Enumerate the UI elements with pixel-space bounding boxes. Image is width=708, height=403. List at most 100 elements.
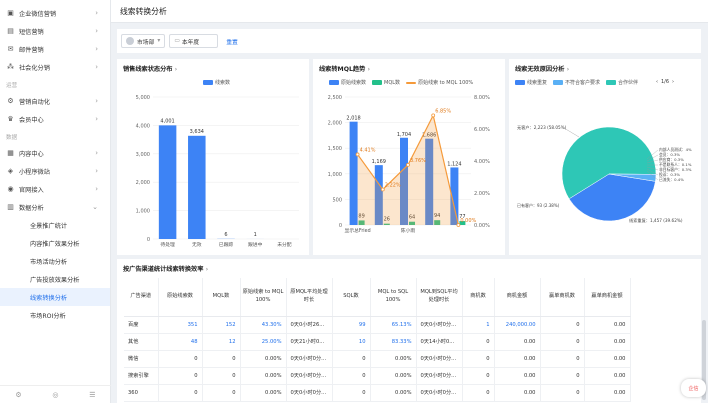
rate-value-label: 2.22% xyxy=(385,182,401,188)
sidebar-subitem-3[interactable]: 广告投放效果分析 xyxy=(0,270,110,288)
lead-status-chart: 0 1,000 2,000 3,000 4,000 5,000 4,001 待处理 3,634 无… xyxy=(136,95,299,248)
table-cell: 0天21小时0... xyxy=(286,333,333,351)
table-header-cell: 原MQL平均处理时长 xyxy=(286,278,333,317)
floating-chat-button[interactable]: 企信 xyxy=(681,379,706,397)
period-select[interactable]: ▭ 本年度 xyxy=(169,34,219,48)
y-tick-label: 2,000 xyxy=(136,180,150,186)
table-cell: 其他 xyxy=(124,333,159,351)
table-cell: 0.00% xyxy=(240,384,287,402)
bar-value-label: 1,704 xyxy=(397,132,411,138)
channel-table-title: 按广告渠道统计线索转换效率 › xyxy=(123,266,209,273)
table-cell: 0天0小时0分... xyxy=(286,350,333,368)
table-cell: 0.00 xyxy=(584,367,631,385)
sidebar-item-data-0[interactable]: ▦ 内容中心 › xyxy=(0,144,110,162)
chevron-right-icon: › xyxy=(95,9,98,17)
filter-bar: 市场部 ▾ ▭ 本年度 重置 xyxy=(117,29,701,53)
rate-value-label: 6.85% xyxy=(435,108,451,114)
table-cell: 0天0小时0分... xyxy=(416,350,463,368)
calendar-icon: ▭ xyxy=(174,38,180,44)
table-header-cell: MQL到SQL平均处理时长 xyxy=(416,278,463,317)
settings-icon[interactable]: ⚙ xyxy=(15,391,21,399)
table-cell: 0.00% xyxy=(370,384,417,402)
sidebar-item-label: 社会化分销 xyxy=(19,64,50,72)
network-icon: ⁂ xyxy=(7,63,14,71)
pie-label: 已有客户：93 (2.38%) xyxy=(517,202,560,208)
table-cell: 0 xyxy=(332,350,371,368)
sidebar-item-mid-1[interactable]: ♛ 会员中心 › xyxy=(0,110,110,128)
x-tick-label: 已跟踪 xyxy=(219,241,234,248)
chevron-right-icon: › xyxy=(95,27,98,35)
y-tick-label: 1,500 xyxy=(328,146,342,152)
table-cell: 48 xyxy=(158,333,203,351)
bar-value-label: 6 xyxy=(224,232,227,238)
chevron-right-icon: › xyxy=(95,185,98,193)
table-cell: 0天0小时0分... xyxy=(286,384,333,402)
mail-icon: ✉ xyxy=(7,45,14,53)
mql-trend-chart: 0 500 1,000 1,500 2,000 2,500 0.00% 2.00% 4.00% 6… xyxy=(328,95,490,234)
table-cell: 351 xyxy=(158,316,203,334)
table-cell: 微信 xyxy=(124,350,159,368)
table-cell: 0 xyxy=(158,350,203,368)
dept-select[interactable]: 市场部 ▾ xyxy=(121,34,166,48)
sidebar-subitem-1[interactable]: 内容推广效果分析 xyxy=(0,234,110,252)
reset-button[interactable]: 重置 xyxy=(226,37,238,46)
y-tick-label: 5,000 xyxy=(136,95,150,101)
y-tick-label: 2,000 xyxy=(328,121,342,127)
sidebar-subitem-5[interactable]: 市场ROI分析 xyxy=(0,306,110,324)
chevron-right-icon: › xyxy=(95,45,98,53)
table-cell: 0天0小时0分... xyxy=(416,316,463,334)
rate-value-label: 4.41% xyxy=(360,147,376,153)
table-cell: 搜索引擎 xyxy=(124,367,159,385)
sidebar-item-top-3[interactable]: ⁂ 社会化分销 › xyxy=(0,58,110,76)
rate-value-label: 0.00% xyxy=(460,218,476,224)
sidebar-subitem-2[interactable]: 市场活动分析 xyxy=(0,252,110,270)
table-cell: 0 xyxy=(462,367,495,385)
sidebar-section-data: 数据 xyxy=(6,135,18,141)
page-title: 线索转换分析 xyxy=(120,6,167,16)
x-tick-label: 待处理 xyxy=(160,241,175,248)
table-cell: 0.00 xyxy=(494,367,541,385)
table-cell: 65.13% xyxy=(370,316,417,334)
leader-line xyxy=(563,127,580,138)
table-row: 微信 0 0 0.00% 0天0小时0分... 0 0.00% 0天0小时0分... 0 0.00… xyxy=(124,350,631,368)
y2-tick-label: 2.00% xyxy=(474,191,490,197)
table-cell: 0天0小时0分... xyxy=(416,367,463,385)
table-header-cell: 赢单商机金额 xyxy=(584,278,631,317)
sidebar-subitem-0[interactable]: 全景推广统计 xyxy=(0,216,110,234)
y2-tick-label: 6.00% xyxy=(474,127,490,133)
chevron-down-icon: ▾ xyxy=(157,38,161,44)
y-tick-label: 500 xyxy=(332,197,342,203)
table-row: 其他 48 12 25.00% 0天21小时0... 10 83.33% 0天14小时0...… xyxy=(124,333,631,351)
bar xyxy=(188,135,206,239)
table-cell: 0天14小时0... xyxy=(416,333,463,351)
table-cell: 0 xyxy=(462,333,495,351)
collapse-icon[interactable]: ☰ xyxy=(89,391,95,399)
y-tick-label: 0 xyxy=(147,237,150,243)
sidebar-item-data-2[interactable]: ◉ 官网接入 › xyxy=(0,180,110,198)
table-cell: 0.00 xyxy=(494,333,541,351)
table-cell: 1 xyxy=(462,316,495,334)
bar-leads xyxy=(349,121,358,225)
table-header-cell: 原始线索数 xyxy=(158,278,203,317)
table-cell: 25.00% xyxy=(240,333,287,351)
sidebar-item-top-0[interactable]: ▣ 企业微信营销 › xyxy=(0,4,110,22)
sidebar-section-ops: 运营 xyxy=(6,83,18,89)
table-cell: 0.00 xyxy=(584,384,631,402)
table-cell: 12 xyxy=(202,333,241,351)
sidebar-subitem-4[interactable]: 线索转换分析 xyxy=(0,288,110,306)
table-cell: 0.00 xyxy=(584,350,631,368)
table-cell: 10 xyxy=(332,333,371,351)
sidebar-item-top-1[interactable]: ▤ 短信营销 › xyxy=(0,22,110,40)
lead-status-card: 销售线索状态分布 › 线索数 0 1,000 2,000 3,000 4,000 5,00… xyxy=(117,59,309,255)
bar-value-label: 4,001 xyxy=(160,118,174,124)
table-cell: 0天0小时0分... xyxy=(286,367,333,385)
sidebar-item-data-3[interactable]: ▥ 数据分析 ⌄ xyxy=(0,198,110,216)
pie-label: 无客户：2,223 (58.05%) xyxy=(517,124,567,131)
table-cell: 0.00 xyxy=(494,384,541,402)
sidebar-item-data-1[interactable]: ◈ 小程序微站 › xyxy=(0,162,110,180)
help-icon[interactable]: ◎ xyxy=(52,391,58,399)
sidebar-item-top-2[interactable]: ✉ 邮件营销 › xyxy=(0,40,110,58)
sidebar-item-mid-0[interactable]: ⚙ 营销自动化 › xyxy=(0,92,110,110)
sidebar-bottom-bar: ⚙ ◎ ☰ xyxy=(0,385,111,403)
miniapp-icon: ◈ xyxy=(7,167,14,175)
